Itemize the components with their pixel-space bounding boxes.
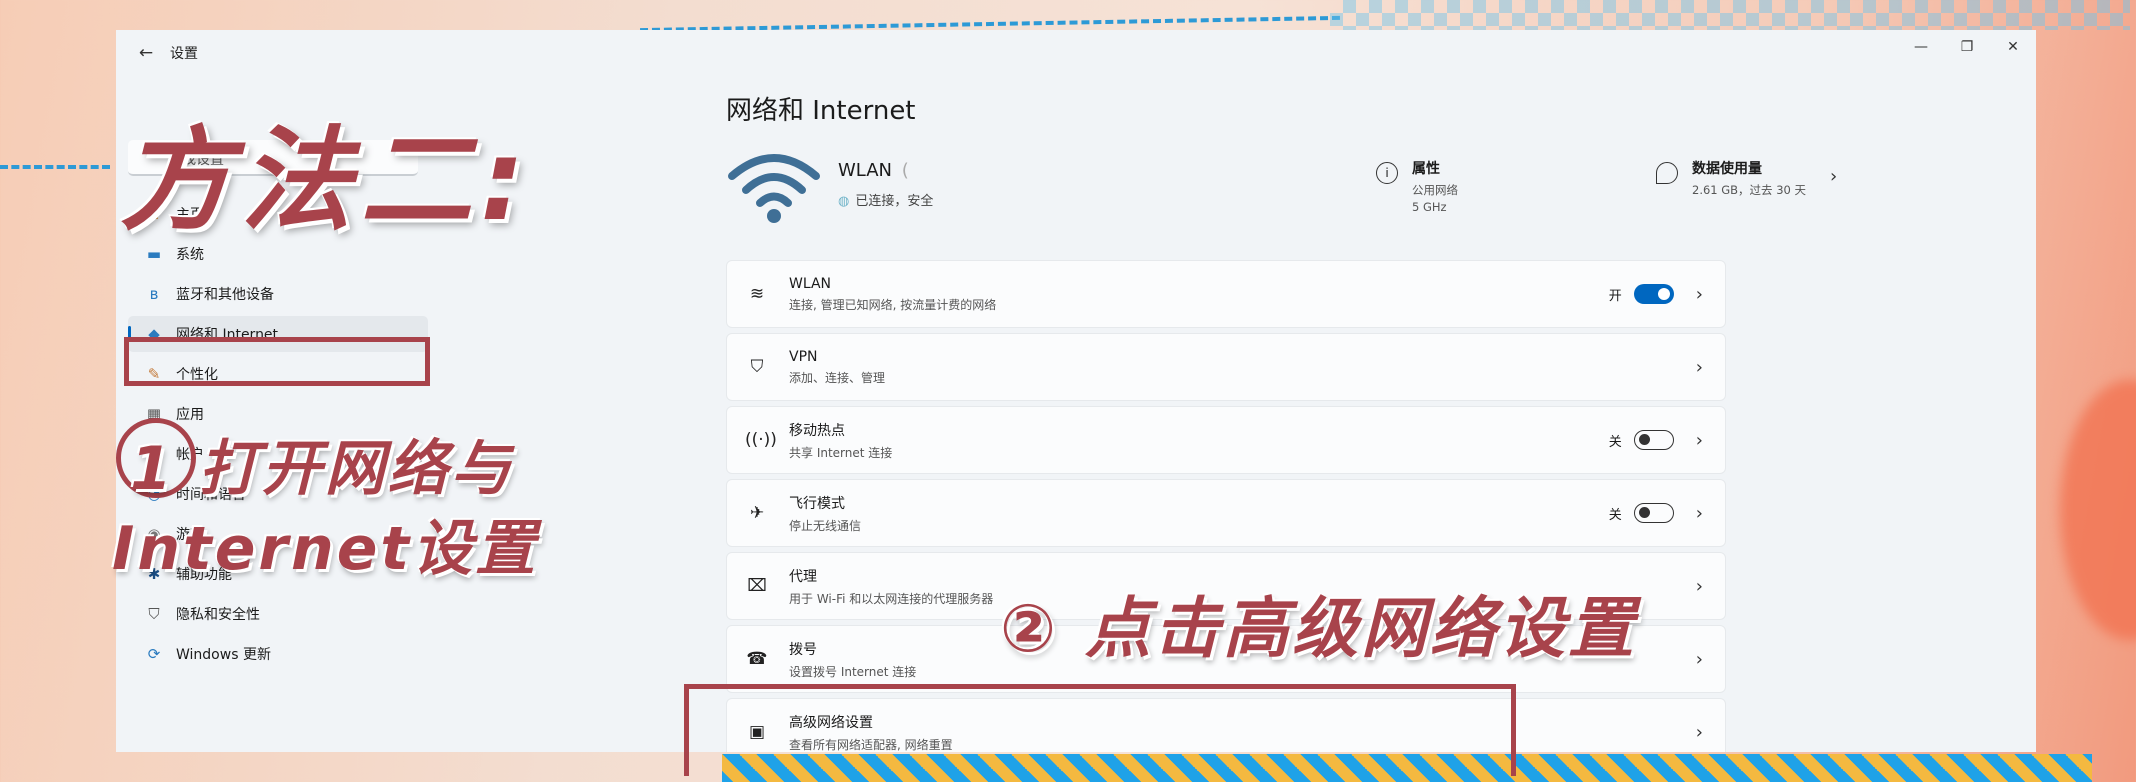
chevron-right-icon: ›	[1695, 356, 1703, 378]
chevron-right-icon: ›	[1695, 575, 1703, 597]
toggle-switch[interactable]	[1633, 284, 1674, 304]
card-controls: ›	[1696, 699, 1703, 752]
hero-network-name: WLAN (	[838, 160, 909, 181]
card-title: 飞行模式	[789, 495, 845, 512]
card-title: 代理	[789, 568, 817, 585]
highlight-network-item	[124, 337, 430, 386]
card-subtitle: 连接, 管理已知网络, 按流量计费的网络	[789, 297, 997, 312]
settings-card[interactable]: ≋ WLAN 连接, 管理已知网络, 按流量计费的网络开 ›	[726, 260, 1726, 328]
proxy-icon: ⌧	[747, 576, 767, 596]
wlan-hero: WLAN ( ◍ 已连接，安全 i 属性 公用网络 5 GHz 数据使用量 2.6…	[726, 146, 1837, 256]
window-controls: — ❐ ✕	[1898, 30, 2036, 64]
sidebar-item-label: 隐私和安全性	[176, 607, 260, 623]
card-title: 拨号	[789, 641, 817, 658]
page-title: 网络和 Internet	[726, 96, 916, 126]
wifi-icon: ≋	[749, 284, 765, 304]
highlight-advanced-card	[684, 684, 1516, 776]
hotspot-icon: ((·))	[745, 430, 777, 450]
window-title: 设置	[170, 46, 198, 62]
airplane-icon: ✈	[749, 503, 765, 523]
bluetooth-icon: ʙ	[149, 285, 159, 303]
card-title: 移动热点	[789, 422, 845, 439]
properties-link[interactable]: i 属性 公用网络 5 GHz	[1376, 158, 1458, 216]
chevron-right-icon: ›	[1695, 283, 1703, 305]
settings-card[interactable]: ✈ 飞行模式 停止无线通信关 ›	[726, 479, 1726, 547]
back-button[interactable]: ←	[126, 33, 166, 73]
card-controls: 开 ›	[1609, 261, 1703, 327]
globe-icon: ◍	[838, 194, 850, 209]
hero-status: ◍ 已连接，安全	[838, 194, 934, 209]
toggle-switch[interactable]	[1633, 503, 1674, 523]
sidebar-item-label: Windows 更新	[176, 647, 271, 663]
toggle-state-label: 关	[1608, 434, 1622, 450]
settings-card[interactable]: ((·)) 移动热点 共享 Internet 连接关 ›	[726, 406, 1726, 474]
title-bar: ← 设置 — ❐ ✕	[116, 30, 2036, 76]
chevron-right-icon: ›	[1830, 166, 1838, 187]
card-controls: ›	[1696, 553, 1703, 619]
overlay-step2: ② 点击高级网络设置	[1000, 590, 1637, 667]
shield-icon: ⛉	[148, 605, 160, 623]
wifi-large-icon	[728, 154, 820, 223]
dialup-icon: ☎	[746, 649, 768, 669]
sidebar-item[interactable]: ⛉ 隐私和安全性	[128, 596, 428, 632]
info-icon: i	[1376, 162, 1398, 184]
pie-chart-icon	[1656, 162, 1678, 184]
back-arrow-icon: ←	[138, 43, 154, 63]
overlay-step1-line2: Internet设置	[112, 514, 539, 584]
chevron-right-icon: ›	[1695, 721, 1703, 743]
chevron-right-icon: ›	[1695, 502, 1703, 524]
settings-card[interactable]: ⛉ VPN 添加、连接、管理 ›	[726, 333, 1726, 401]
data-usage-link[interactable]: 数据使用量 2.61 GB，过去 30 天 ›	[1656, 158, 1866, 199]
vpn-shield-icon: ⛉	[750, 357, 764, 377]
card-subtitle: 停止无线通信	[789, 518, 862, 533]
card-title: WLAN	[789, 275, 832, 292]
card-controls: 关 ›	[1609, 480, 1703, 546]
card-subtitle: 添加、连接、管理	[789, 370, 886, 385]
sidebar-item[interactable]: ʙ 蓝牙和其他设备	[128, 276, 428, 312]
card-subtitle: 设置拨号 Internet 连接	[789, 664, 917, 679]
chevron-right-icon: ›	[1695, 648, 1703, 670]
settings-cards: ≋ WLAN 连接, 管理已知网络, 按流量计费的网络开 › ⛉ VPN 添加、连接、管理 ›…	[726, 260, 1726, 752]
overlay-heading: 方法二:	[120, 116, 533, 246]
background-blob-right	[2060, 380, 2136, 640]
card-controls: ›	[1696, 626, 1703, 692]
toggle-state-label: 关	[1608, 507, 1622, 523]
card-controls: ›	[1696, 334, 1703, 400]
card-subtitle: 用于 Wi-Fi 和以太网连接的代理服务器	[789, 591, 994, 606]
background-checker-top	[1330, 0, 2130, 30]
restore-icon[interactable]: ❐	[1944, 30, 1990, 64]
card-subtitle: 共享 Internet 连接	[789, 445, 893, 460]
minimize-icon[interactable]: —	[1898, 30, 1944, 64]
overlay-step1-line1: 1 打开网络与	[130, 434, 514, 504]
update-icon: ⟳	[147, 645, 161, 663]
toggle-switch[interactable]	[1633, 430, 1674, 450]
sidebar-item[interactable]: ⟳ Windows 更新	[128, 636, 428, 672]
sidebar-item-label: 蓝牙和其他设备	[176, 287, 274, 303]
card-title: VPN	[789, 348, 818, 365]
card-controls: 关 ›	[1609, 407, 1703, 473]
chevron-right-icon: ›	[1695, 429, 1703, 451]
toggle-state-label: 开	[1608, 288, 1622, 304]
background-dash-left	[0, 165, 110, 169]
close-icon[interactable]: ✕	[1990, 30, 2036, 64]
